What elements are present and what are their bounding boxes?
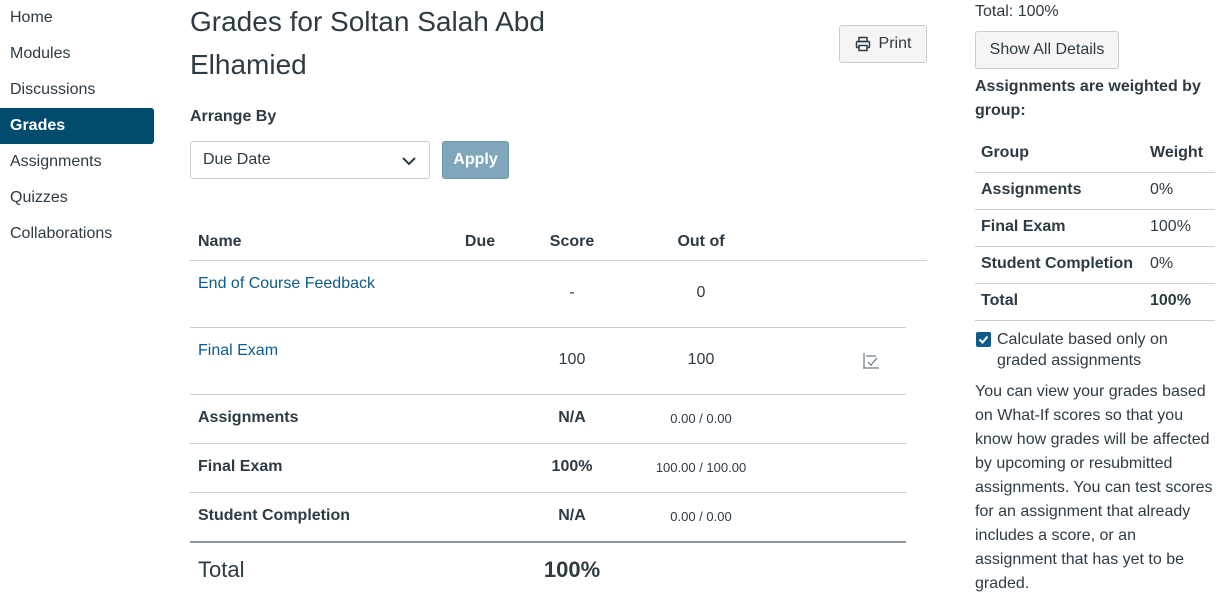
column-header-out-of[interactable]: Out of: [677, 233, 724, 251]
weight-row-group: Final Exam: [981, 218, 1066, 235]
arrange-by-selected-value: Due Date: [203, 151, 271, 168]
row-divider: [190, 443, 906, 444]
nav-item-home[interactable]: Home: [0, 0, 154, 36]
total-label: Total: [198, 557, 245, 582]
graded-only-checkbox[interactable]: [976, 332, 991, 347]
assignment-link-end-of-course-feedback[interactable]: End of Course Feedback: [198, 275, 375, 293]
weight-header-group: Group: [981, 144, 1029, 161]
checkmark-icon: [978, 335, 989, 344]
group-name-final-exam: Final Exam: [198, 458, 283, 475]
course-navigation: Home Modules Discussions Grades Assignme…: [0, 0, 154, 252]
show-all-details-button[interactable]: Show All Details: [975, 31, 1119, 69]
arrange-by-label: Arrange By: [190, 108, 277, 125]
row-divider: [190, 492, 906, 493]
weight-row-group: Total: [981, 292, 1019, 309]
group-score: 100%: [551, 458, 593, 475]
total-score: 100%: [543, 557, 601, 582]
nav-item-assignments[interactable]: Assignments: [0, 144, 154, 180]
chevron-down-icon: [402, 157, 416, 166]
weight-row-value: 0%: [1150, 181, 1174, 198]
table-header-divider: [190, 260, 927, 261]
row-divider: [190, 394, 906, 395]
total-divider: [190, 541, 906, 543]
weight-divider: [975, 283, 1215, 284]
nav-item-collaborations[interactable]: Collaborations: [0, 216, 154, 252]
weight-divider: [975, 209, 1215, 210]
group-name-student-completion: Student Completion: [198, 507, 350, 524]
nav-item-modules[interactable]: Modules: [0, 36, 154, 72]
weight-divider: [975, 246, 1215, 247]
weight-row-group: Student Completion: [981, 255, 1133, 272]
column-header-due[interactable]: Due: [465, 233, 495, 251]
row-divider: [190, 327, 906, 328]
graded-only-checkbox-label[interactable]: Calculate based only on graded assignmen…: [997, 329, 1197, 371]
print-button-label: Print: [878, 35, 912, 52]
nav-item-quizzes[interactable]: Quizzes: [0, 180, 154, 216]
assignment-score: -: [569, 284, 575, 301]
printer-icon: [855, 36, 870, 52]
group-name-assignments: Assignments: [198, 409, 299, 426]
apply-button[interactable]: Apply: [442, 141, 509, 179]
weight-row-value: 100%: [1150, 292, 1191, 309]
weight-header-weight: Weight: [1150, 144, 1204, 161]
group-score: N/A: [558, 409, 586, 426]
weighted-note: Assignments are weighted by group:: [975, 78, 1201, 119]
nav-item-discussions[interactable]: Discussions: [0, 72, 154, 108]
weight-row-value: 0%: [1150, 255, 1174, 272]
arrange-by-select[interactable]: Due Date: [190, 141, 430, 179]
weight-row-group: Assignments: [981, 181, 1082, 198]
what-if-description: You can view your grades based on What-I…: [975, 383, 1213, 592]
group-out-of: 100.00 / 100.00: [655, 460, 747, 475]
score-details-icon[interactable]: [862, 352, 880, 370]
grades-page: Home Modules Discussions Grades Assignme…: [0, 0, 1231, 595]
assignment-link-final-exam[interactable]: Final Exam: [198, 342, 278, 360]
assignment-out-of: 100: [687, 351, 715, 368]
assignment-score[interactable]: 100: [559, 351, 586, 369]
sidebar-total: Total: 100%: [975, 3, 1059, 20]
print-button[interactable]: Print: [839, 25, 927, 63]
group-out-of: 0.00 / 0.00: [670, 509, 732, 524]
weight-row-value: 100%: [1150, 218, 1191, 235]
group-score: N/A: [558, 507, 586, 524]
weight-divider: [975, 320, 1215, 321]
nav-item-grades[interactable]: Grades: [0, 108, 154, 144]
assignment-out-of: 0: [696, 284, 706, 301]
column-header-name[interactable]: Name: [198, 233, 242, 251]
column-header-score[interactable]: Score: [550, 233, 594, 251]
group-out-of: 0.00 / 0.00: [670, 411, 732, 426]
page-title: Grades for Soltan Salah Abd Elhamied: [190, 6, 545, 80]
weight-divider: [975, 172, 1215, 173]
